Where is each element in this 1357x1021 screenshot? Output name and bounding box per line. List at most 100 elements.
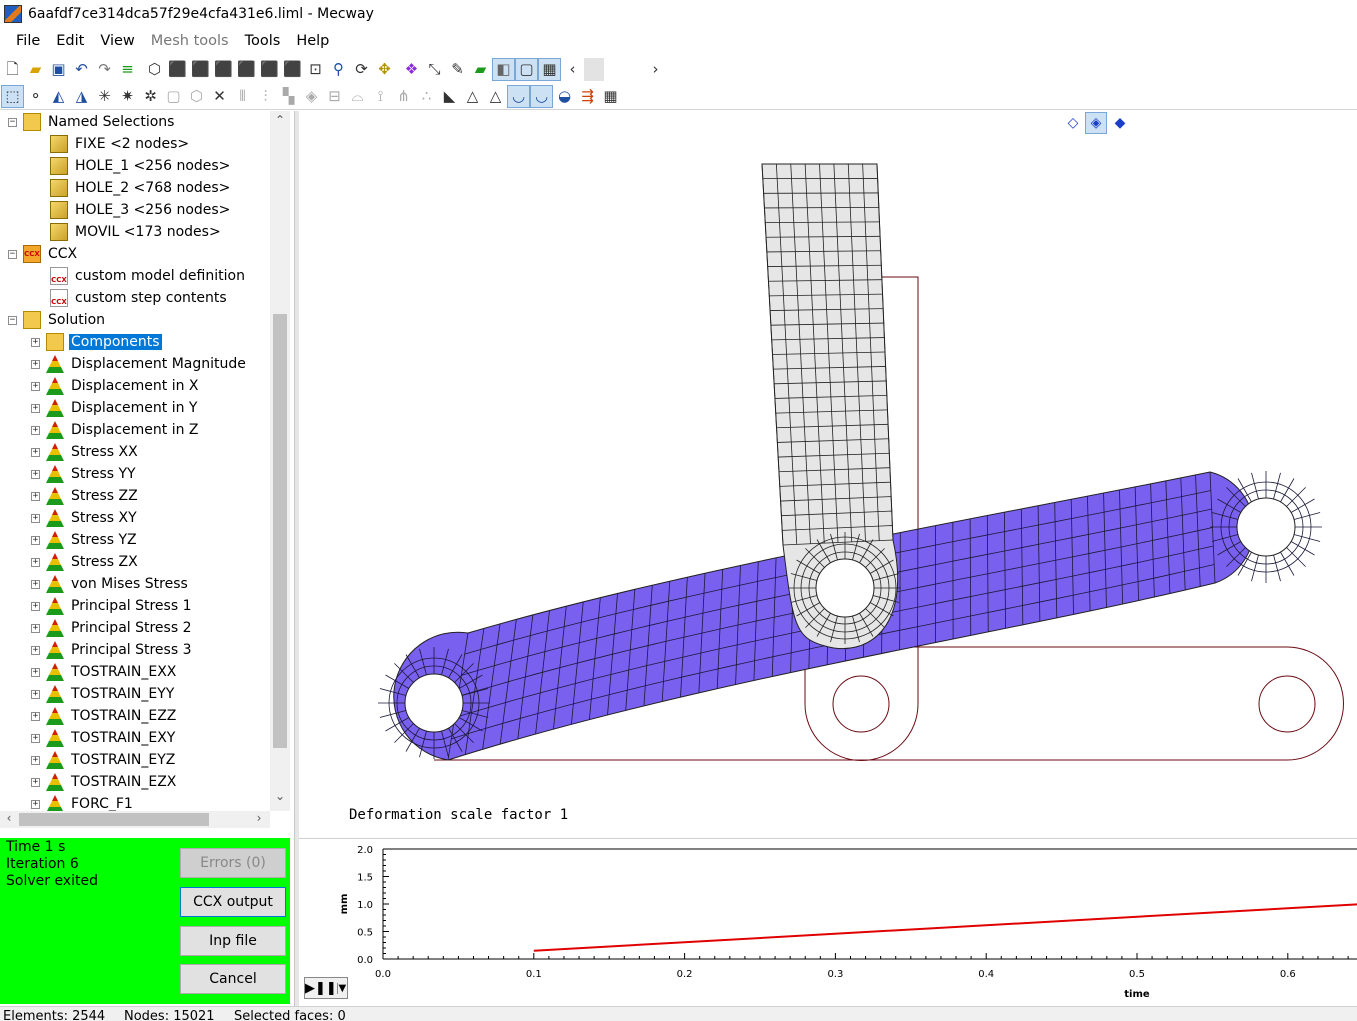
tree-node-result[interactable]: + FORC_F1 <box>31 793 135 811</box>
surface-icon[interactable]: ▰ <box>469 58 492 81</box>
ccx-output-button[interactable]: CCX output <box>180 887 286 917</box>
expand-icon[interactable]: + <box>31 623 40 633</box>
scroll-left-icon[interactable]: ‹ <box>561 58 584 81</box>
deform-icon[interactable]: △ <box>484 85 507 108</box>
color-bar-icon[interactable]: ◒ <box>553 85 576 108</box>
save-icon[interactable]: ▣ <box>47 58 70 81</box>
tree-node-result[interactable]: + Components <box>31 331 162 353</box>
tree-node-result[interactable]: + von Mises Stress <box>31 573 190 595</box>
join-icon[interactable]: ▚ <box>277 85 300 108</box>
rotate-icon[interactable]: ⟳ <box>350 58 373 81</box>
view-right-icon[interactable]: ⬛ <box>235 58 258 81</box>
expand-icon[interactable]: + <box>31 733 40 743</box>
undo-icon[interactable]: ↶ <box>70 58 93 81</box>
expand-icon[interactable]: + <box>31 799 40 809</box>
tree-node-result[interactable]: + TOSTRAIN_EZZ <box>31 705 178 727</box>
expand-icon[interactable]: + <box>31 535 40 545</box>
tree-node-result[interactable]: + Displacement Magnitude <box>31 353 248 375</box>
tree-node-result[interactable]: + TOSTRAIN_EXY <box>31 727 177 749</box>
inp-file-button[interactable]: Inp file <box>180 926 286 956</box>
select-element-icon[interactable]: ◭ <box>47 85 70 108</box>
collapse-icon[interactable]: − <box>8 117 17 127</box>
mesh-icon[interactable]: ▦ <box>538 57 561 81</box>
view-top-icon[interactable]: ⬛ <box>258 58 281 81</box>
tree-node-result[interactable]: + Stress YZ <box>31 529 139 551</box>
mirror-icon[interactable]: ⊟ <box>323 85 346 108</box>
refine-icon[interactable]: ⫶ <box>254 85 277 108</box>
tree-node-result[interactable]: + Stress ZX <box>31 551 140 573</box>
expand-icon[interactable]: + <box>31 557 40 567</box>
pan-icon[interactable]: ✥ <box>373 58 396 81</box>
expand-icon[interactable]: + <box>31 469 40 479</box>
play-pause-button[interactable]: ▶❚❚ ▼ <box>304 977 348 999</box>
tree-node-ccx-item[interactable]: CCX custom step contents <box>50 287 229 309</box>
redo-icon[interactable]: ↷ <box>93 58 116 81</box>
scroll-down-icon[interactable]: ⌄ <box>270 789 290 807</box>
view-iso-icon[interactable]: ⬡ <box>143 58 166 81</box>
measure-icon[interactable]: ✎ <box>446 58 469 81</box>
collapse-icon[interactable]: − <box>8 249 17 259</box>
deselect-icon[interactable]: ✲ <box>139 85 162 108</box>
tree-node-result[interactable]: + Stress XY <box>31 507 139 529</box>
scroll-left-icon[interactable]: ‹ <box>0 811 18 828</box>
expand-icon[interactable]: + <box>31 447 40 457</box>
tree-node-solution[interactable]: − Solution <box>8 309 107 331</box>
tree-node-result[interactable]: + Displacement in Y <box>31 397 199 419</box>
scrollbar-thumb[interactable] <box>19 813 209 826</box>
select-face-icon[interactable]: ◮ <box>70 85 93 108</box>
explode-icon[interactable]: ✷ <box>116 85 139 108</box>
open-folder-icon[interactable]: ▰ <box>24 58 47 81</box>
select-edge-icon[interactable]: ✳ <box>93 85 116 108</box>
tree-node-result[interactable]: + Displacement in X <box>31 375 201 397</box>
errors-button[interactable]: Errors (0) <box>180 848 286 878</box>
expand-icon[interactable]: + <box>31 667 40 677</box>
tree-node-result[interactable]: + Displacement in Z <box>31 419 201 441</box>
expand-icon[interactable]: + <box>31 601 40 611</box>
tree-node-result[interactable]: + Stress YY <box>31 463 138 485</box>
scroll-right-icon[interactable]: › <box>250 811 268 828</box>
deform-scale-icon[interactable]: ◡ <box>507 84 530 108</box>
play-pause-icon[interactable]: ▶❚❚ <box>305 981 337 996</box>
tree-node-result[interactable]: + Principal Stress 1 <box>31 595 194 617</box>
menu-tools[interactable]: Tools <box>237 33 289 49</box>
tree-node-selection[interactable]: MOVIL <173 nodes> <box>50 221 223 243</box>
menu-edit[interactable]: Edit <box>48 33 92 49</box>
tree-icon[interactable]: ⟟ <box>369 85 392 108</box>
tree-horizontal-scrollbar[interactable]: ‹ › <box>0 811 270 828</box>
tree-node-result[interactable]: + Principal Stress 3 <box>31 639 194 661</box>
expand-icon[interactable]: + <box>31 359 40 369</box>
expand-icon[interactable]: + <box>31 579 40 589</box>
dots-icon[interactable]: ⋔ <box>392 85 415 108</box>
collapse-icon[interactable]: − <box>8 315 17 325</box>
expand-icon[interactable]: + <box>31 689 40 699</box>
chevron-down-icon[interactable]: ▼ <box>336 982 347 994</box>
zoom-icon[interactable]: ⚲ <box>327 58 350 81</box>
menu-file[interactable]: File <box>8 33 48 49</box>
expand-icon[interactable]: + <box>31 403 40 413</box>
cancel-button[interactable]: Cancel <box>180 964 286 994</box>
show-icon[interactable]: ⬡ <box>185 85 208 108</box>
hide-icon[interactable]: ▢ <box>162 85 185 108</box>
tree-node-selection[interactable]: HOLE_2 <768 nodes> <box>50 177 232 199</box>
tree-node-result[interactable]: + TOSTRAIN_EYZ <box>31 749 177 771</box>
menu-mesh-tools[interactable]: Mesh tools <box>143 33 237 49</box>
new-file-icon[interactable]: 🗋 <box>1 58 24 81</box>
extrude-icon[interactable]: ⫴ <box>231 85 254 108</box>
split-icon[interactable]: ◈ <box>300 85 323 108</box>
equals-icon[interactable]: ≡ <box>116 58 139 81</box>
menu-view[interactable]: View <box>92 33 142 49</box>
expand-icon[interactable]: + <box>31 491 40 501</box>
tree-node-result[interactable]: + TOSTRAIN_EYY <box>31 683 176 705</box>
tree-node-result[interactable]: + Principal Stress 2 <box>31 617 194 639</box>
shading-icon[interactable]: ◧ <box>492 57 515 81</box>
delete-icon[interactable]: ✕ <box>208 85 231 108</box>
scroll-up-icon[interactable]: ⌃ <box>270 113 290 131</box>
expand-icon[interactable]: + <box>31 777 40 787</box>
expand-icon[interactable]: + <box>31 381 40 391</box>
expand-icon[interactable]: + <box>31 337 40 347</box>
expand-icon[interactable]: + <box>31 513 40 523</box>
triangle-outline-icon[interactable]: △ <box>461 85 484 108</box>
select-box-icon[interactable]: ⬚ <box>1 84 24 108</box>
tree-node-result[interactable]: + Stress XX <box>31 441 140 463</box>
transform-icon[interactable]: ⤡ <box>423 58 446 81</box>
